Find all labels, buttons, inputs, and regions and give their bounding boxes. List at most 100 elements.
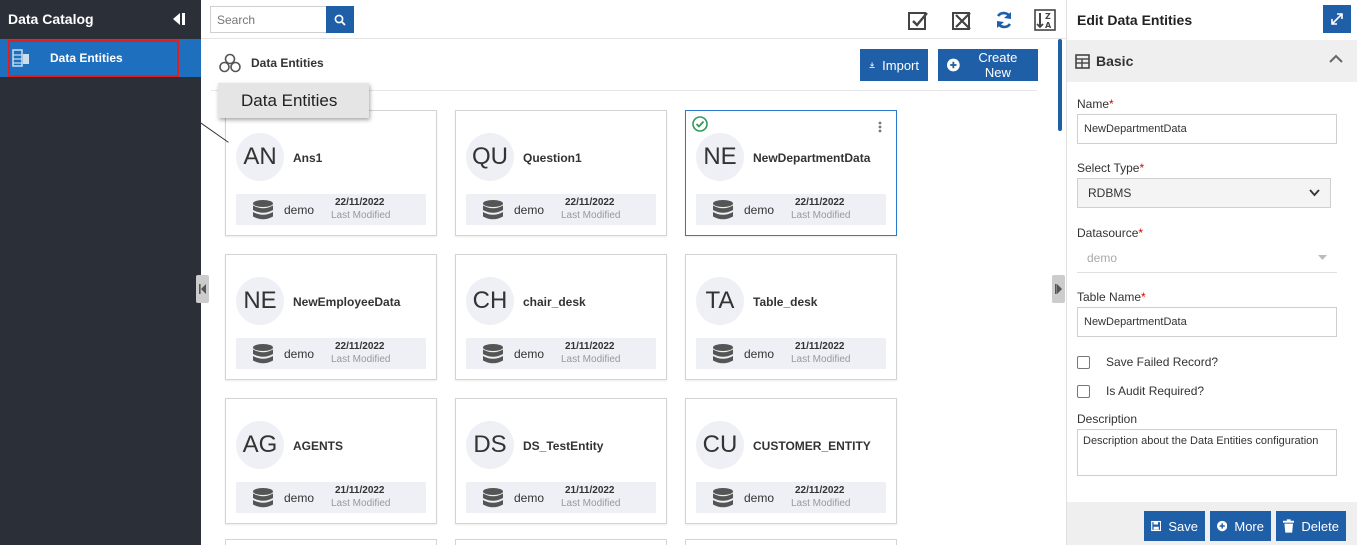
select-type-label: Select Type* — [1077, 161, 1145, 175]
deselect-all-icon[interactable] — [951, 9, 973, 31]
entity-modified-date: 21/11/2022 — [335, 485, 385, 496]
database-icon — [253, 344, 273, 364]
entity-footer: demo 22/11/2022 Last Modified — [236, 194, 426, 225]
sidebar-item-data-entities[interactable]: Data Entities — [0, 39, 201, 77]
save-label: Save — [1168, 518, 1198, 534]
sidebar-item-label: Data Entities — [50, 51, 123, 65]
select-all-icon[interactable] — [907, 9, 929, 31]
entity-card[interactable]: NE NewDepartmentData demo 22/11/2022 Last Mo… — [685, 110, 897, 236]
trash-icon — [1283, 519, 1295, 533]
collapse-sidebar-icon[interactable] — [169, 11, 187, 27]
arrow-left-icon — [198, 284, 206, 294]
table-name-field[interactable] — [1077, 307, 1337, 337]
chevron-down-icon — [1309, 189, 1320, 197]
name-label: Name* — [1077, 97, 1114, 111]
entity-datasource: demo — [514, 491, 545, 505]
entity-footer: demo 21/11/2022 Last Modified — [696, 338, 886, 369]
arrow-right-icon — [1054, 284, 1062, 294]
entity-card-partial — [455, 539, 667, 545]
add-circle-icon — [947, 58, 960, 72]
description-field[interactable]: Description about the Data Entities conf… — [1077, 429, 1337, 476]
entity-modified-date: 22/11/2022 — [335, 197, 385, 208]
entity-modified-date: 22/11/2022 — [335, 341, 385, 352]
entity-datasource: demo — [284, 491, 315, 505]
more-button[interactable]: More — [1210, 511, 1271, 541]
panel-header: Edit Data Entities — [1067, 0, 1357, 39]
save-failed-record-checkbox[interactable]: Save Failed Record? — [1077, 355, 1218, 369]
datasource-value: demo — [1087, 250, 1118, 265]
entity-card[interactable]: DS DS_TestEntity demo 21/11/2022 Last Modifi… — [455, 398, 667, 524]
entity-footer: demo 22/11/2022 Last Modified — [236, 338, 426, 369]
panel-footer: Save More Delete — [1067, 502, 1357, 545]
checkbox-box[interactable] — [1077, 355, 1090, 369]
datasource-dropdown[interactable]: demo — [1077, 243, 1337, 273]
more-vertical-icon[interactable] — [878, 121, 882, 133]
table-name-label: Table Name* — [1077, 290, 1146, 304]
tooltip-text: Data Entities — [241, 90, 338, 110]
entity-card[interactable]: AN Ans1 demo 22/11/2022 Last Modified — [225, 110, 437, 236]
last-modified-label: Last Modified — [791, 354, 851, 365]
save-button[interactable]: Save — [1144, 511, 1205, 541]
entity-name: Ans1 — [293, 151, 323, 165]
last-modified-label: Last Modified — [791, 498, 851, 509]
entity-footer: demo 22/11/2022 Last Modified — [696, 482, 886, 513]
entity-card[interactable]: CU CUSTOMER_ENTITY demo 22/11/2022 Last Modi… — [685, 398, 897, 524]
section-title: Basic — [1096, 53, 1134, 69]
name-field[interactable] — [1077, 114, 1337, 144]
section-basic-header[interactable]: Basic — [1067, 40, 1357, 82]
entity-name: NewEmployeeData — [293, 295, 401, 309]
database-icon — [483, 488, 503, 508]
entity-datasource: demo — [284, 203, 315, 217]
search-button[interactable] — [326, 6, 354, 33]
check-circle-icon — [692, 116, 708, 132]
select-type-dropdown[interactable]: RDBMS — [1077, 178, 1331, 208]
chevron-up-icon[interactable] — [1329, 54, 1343, 64]
create-new-button[interactable]: Create New — [938, 49, 1038, 81]
database-icon — [253, 200, 273, 220]
entity-name: AGENTS — [293, 439, 344, 453]
checkbox-box[interactable] — [1077, 384, 1090, 398]
page-title: Data Entities — [251, 56, 324, 70]
last-modified-label: Last Modified — [331, 210, 391, 221]
scrollbar-thumb[interactable] — [1058, 39, 1062, 131]
refresh-icon[interactable] — [993, 9, 1015, 31]
entity-card[interactable]: QU Question1 demo 22/11/2022 Last Modified — [455, 110, 667, 236]
entity-avatar: CU — [696, 421, 744, 469]
data-entities-icon — [12, 49, 29, 67]
entity-name: CUSTOMER_ENTITY — [753, 439, 871, 453]
datasource-label: Datasource* — [1077, 226, 1144, 240]
entity-datasource: demo — [744, 491, 775, 505]
create-new-label: Create New — [978, 50, 1018, 80]
entity-card[interactable]: CH chair_desk demo 21/11/2022 Last Modified — [455, 254, 667, 380]
expand-panel-button[interactable] — [1323, 5, 1351, 33]
audit-required-checkbox[interactable]: Is Audit Required? — [1077, 384, 1204, 398]
entity-avatar: CH — [466, 277, 514, 325]
entity-datasource: demo — [284, 347, 315, 361]
entity-name: DS_TestEntity — [523, 439, 604, 453]
collapse-right-handle[interactable] — [1052, 275, 1065, 303]
search-icon — [334, 14, 346, 26]
more-label: More — [1234, 518, 1264, 534]
collapse-left-handle[interactable] — [196, 275, 209, 303]
delete-button[interactable]: Delete — [1276, 511, 1346, 541]
entity-card[interactable]: AG AGENTS demo 21/11/2022 Last Modified — [225, 398, 437, 524]
entity-footer: demo 22/11/2022 Last Modified — [466, 194, 656, 225]
expand-icon — [1331, 13, 1343, 25]
entity-datasource: demo — [514, 347, 545, 361]
import-button[interactable]: Import — [860, 49, 928, 81]
entity-modified-date: 21/11/2022 — [565, 485, 615, 496]
entity-card[interactable]: TA Table_desk demo 21/11/2022 Last Modified — [685, 254, 897, 380]
entity-name: Question1 — [523, 151, 582, 165]
search-input[interactable] — [210, 6, 326, 33]
sidebar-title: Data Catalog — [8, 11, 94, 27]
add-circle-icon — [1217, 520, 1228, 532]
entity-card[interactable]: NE NewEmployeeData demo 22/11/2022 Last Modi… — [225, 254, 437, 380]
entity-avatar: AG — [236, 421, 284, 469]
entity-modified-date: 22/11/2022 — [795, 197, 845, 208]
entity-avatar: QU — [466, 133, 514, 181]
sort-az-icon[interactable]: ZA — [1034, 9, 1056, 31]
entity-avatar: TA — [696, 277, 744, 325]
last-modified-label: Last Modified — [561, 354, 621, 365]
entity-card-partial — [685, 539, 897, 545]
entity-card-partial — [225, 539, 437, 545]
